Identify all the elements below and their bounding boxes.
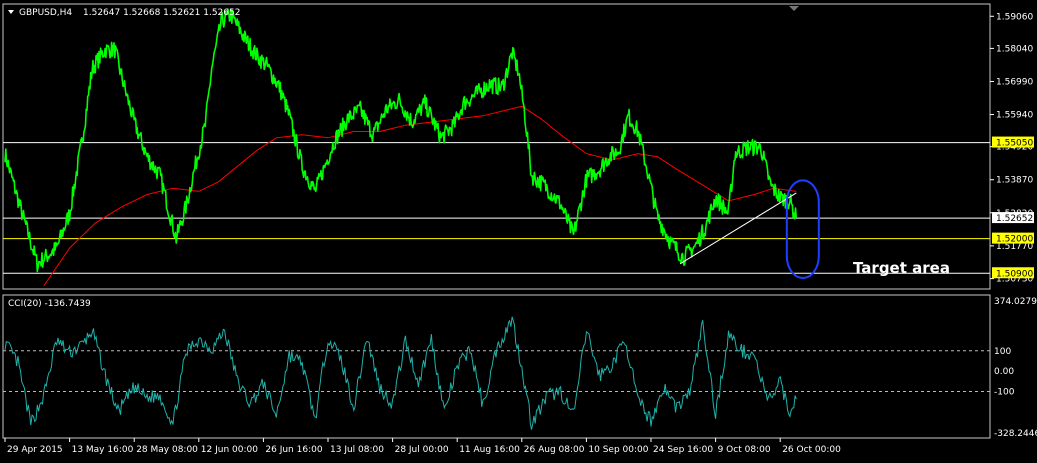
price-line-label-3: 1.50900: [996, 269, 1033, 279]
price-tick-label-2: 1.56990: [996, 77, 1033, 87]
symbol-label: GBPUSD,H4: [19, 8, 72, 18]
time-tick-label-1: 13 May 16:00: [72, 445, 134, 455]
target-area-label: Target area: [853, 259, 950, 277]
price-line-label-2: 1.52000: [996, 235, 1033, 245]
chart-root: 1.59060 1.58040 1.56990 1.55940 1.54920 1.538…: [0, 0, 1037, 459]
price-line-label-1: 1.52652: [996, 214, 1033, 224]
time-tick-label-11: 9 Oct 08:00: [718, 445, 771, 455]
price-tick-label-3: 1.55940: [996, 111, 1033, 121]
time-tick-label-12: 26 Oct 00:00: [782, 445, 841, 455]
time-tick-label-4: 26 Jun 16:00: [265, 445, 322, 455]
cci-label: CCI(20) -136.7439: [8, 299, 91, 309]
time-tick-label-7: 11 Aug 16:00: [459, 445, 520, 455]
price-tick-label-0: 1.59060: [996, 12, 1033, 22]
time-tick-label-9: 10 Sep 00:00: [588, 445, 648, 455]
time-tick-label-0: 29 Apr 2015: [7, 445, 63, 455]
price-tick-label-1: 1.58040: [996, 44, 1033, 54]
chart-svg: 1.590601.580401.569901.559401.549201.538…: [0, 0, 1037, 459]
cci-tick-label-0: 374.0279: [994, 297, 1037, 307]
background: [0, 0, 1037, 459]
time-tick-label-3: 12 Jun 00:00: [201, 445, 258, 455]
cci-tick-label-3: -100: [994, 388, 1015, 398]
time-tick-label-10: 24 Sep 16:00: [653, 445, 713, 455]
price-tick-label-5: 1.53870: [996, 176, 1033, 186]
price-line-label-0: 1.55050: [996, 139, 1033, 149]
time-tick-label-6: 28 Jul 00:00: [395, 445, 449, 455]
time-tick-label-2: 28 May 08:00: [136, 445, 198, 455]
quote-label: 1.52647 1.52668 1.52621 1.52652: [83, 8, 240, 18]
time-tick-label-8: 26 Aug 08:00: [524, 445, 585, 455]
cci-tick-label-4: -328.2446: [994, 429, 1037, 439]
cci-tick-label-2: 0.00: [994, 367, 1014, 377]
cci-tick-label-1: 100: [994, 347, 1011, 357]
time-tick-label-5: 13 Jul 08:00: [330, 445, 384, 455]
